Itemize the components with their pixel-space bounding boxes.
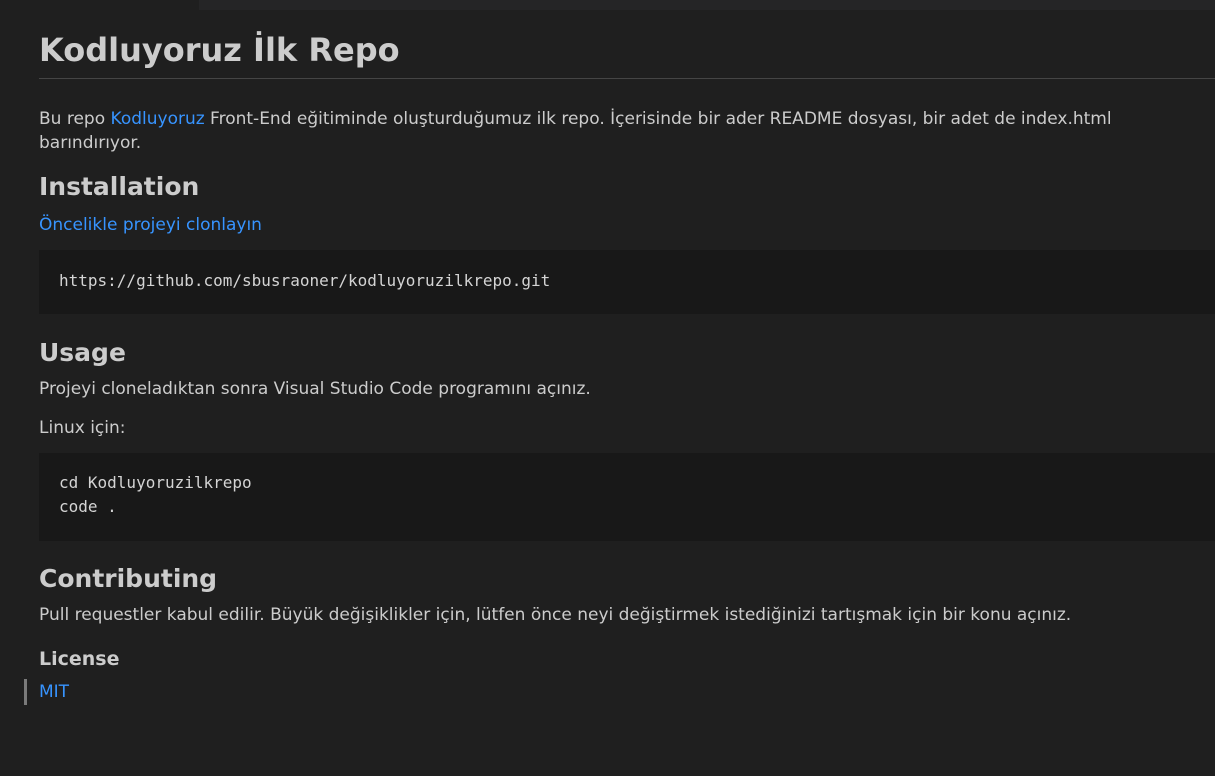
editor-tab-strip bbox=[0, 0, 1215, 10]
intro-paragraph: Bu repo Kodluyoruz Front-End eğitiminde … bbox=[39, 107, 1215, 155]
license-heading: License bbox=[39, 648, 120, 670]
markdown-preview: Kodluyoruz İlk Repo Bu repo Kodluyoruz F… bbox=[0, 10, 1215, 776]
usage-heading: Usage bbox=[39, 338, 126, 367]
tab-strip-empty-area bbox=[199, 0, 1215, 10]
contributing-paragraph: Pull requestler kabul edilir. Büyük deği… bbox=[39, 605, 1072, 625]
active-tab[interactable] bbox=[0, 0, 199, 10]
installation-heading: Installation bbox=[39, 172, 200, 201]
clone-link[interactable]: Öncelikle projeyi clonlayın bbox=[39, 215, 262, 235]
linux-label: Linux için: bbox=[39, 418, 126, 438]
markdown-content: Kodluyoruz İlk Repo Bu repo Kodluyoruz F… bbox=[24, 10, 1215, 705]
kodluyoruz-link[interactable]: Kodluyoruz bbox=[111, 109, 205, 129]
blockquote-bar bbox=[24, 679, 27, 705]
linux-code-block: cd Kodluyoruzilkrepo code . bbox=[39, 453, 1215, 541]
clone-code-block: https://github.com/sbusraoner/kodluyoruz… bbox=[39, 250, 1215, 314]
license-blockquote: MIT bbox=[24, 679, 1215, 705]
license-quote-text: MIT bbox=[39, 679, 1215, 705]
page-title: Kodluyoruz İlk Repo bbox=[39, 10, 1215, 79]
clone-paragraph: Öncelikle projeyi clonlayın bbox=[39, 213, 1215, 237]
usage-paragraph: Projeyi cloneladıktan sonra Visual Studi… bbox=[39, 379, 591, 399]
mit-license-link[interactable]: MIT bbox=[39, 682, 69, 702]
contributing-heading: Contributing bbox=[39, 564, 218, 593]
intro-text-before: Bu repo bbox=[39, 109, 111, 129]
